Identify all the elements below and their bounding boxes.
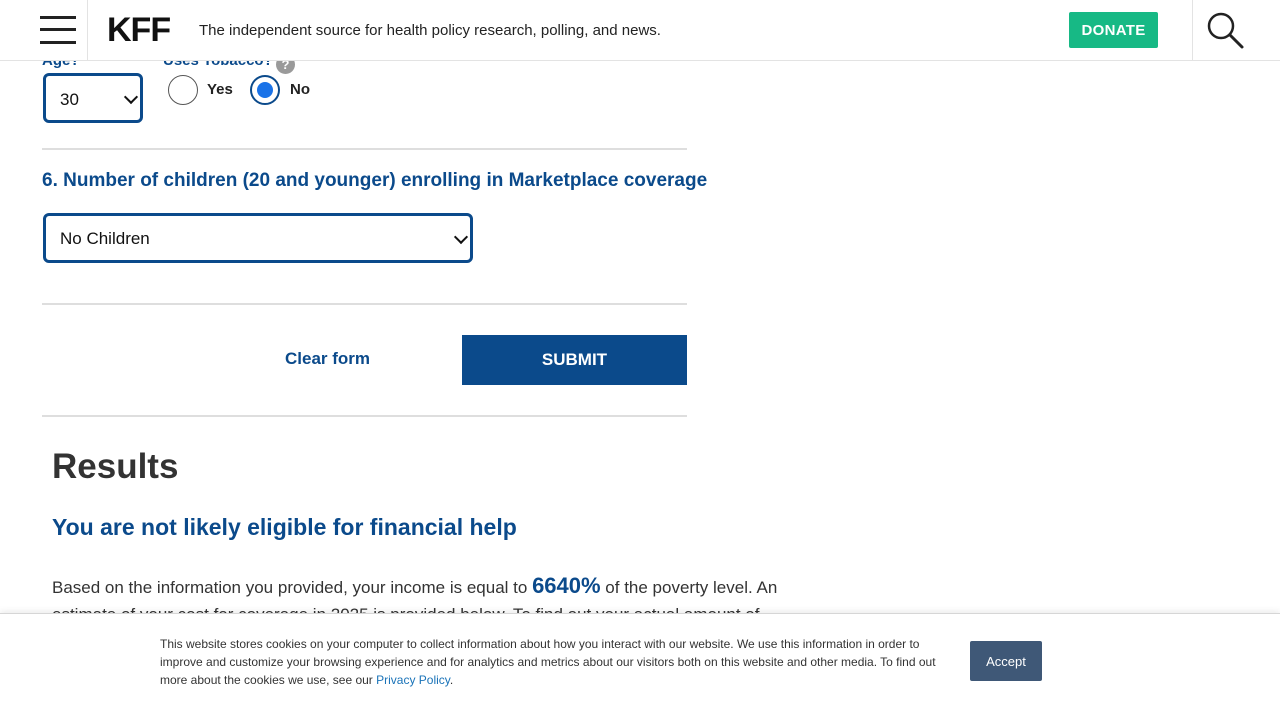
children-question-label: 6. Number of children (20 and younger) e… (42, 170, 708, 191)
results-heading: Results (52, 447, 179, 486)
privacy-policy-link[interactable]: Privacy Policy (376, 673, 450, 687)
cookie-banner: This website stores cookies on your comp… (0, 613, 1280, 721)
cookie-text-end: . (449, 673, 454, 687)
cookie-message: This website stores cookies on your comp… (160, 635, 960, 689)
accept-cookies-button[interactable]: Accept (970, 641, 1042, 681)
divider (42, 303, 687, 305)
results-text-start: Based on the information you provided, y… (52, 578, 533, 597)
clear-form-link[interactable]: Clear form (285, 349, 370, 369)
divider (42, 415, 687, 417)
age-value: 30 (60, 90, 79, 109)
chevron-down-icon (453, 229, 469, 245)
children-select[interactable]: No Children (43, 213, 473, 263)
donate-button[interactable]: DONATE (1069, 12, 1158, 48)
site-tagline: The independent source for health policy… (199, 22, 661, 39)
search-button[interactable] (1192, 0, 1280, 60)
eligibility-heading: You are not likely eligible for financia… (52, 514, 517, 540)
tobacco-yes-radio[interactable] (168, 75, 198, 105)
tobacco-no-label: No (290, 81, 310, 98)
tobacco-yes-label: Yes (207, 81, 233, 98)
chevron-down-icon (123, 89, 139, 105)
kff-logo[interactable]: KFF (107, 10, 171, 50)
age-select[interactable]: 30 (43, 73, 143, 123)
hamburger-menu-button[interactable] (0, 0, 88, 60)
cookie-text: This website stores cookies on your comp… (160, 637, 936, 687)
submit-button[interactable]: SUBMIT (462, 335, 687, 385)
children-value: No Children (60, 229, 150, 248)
tobacco-no-radio[interactable] (250, 75, 280, 105)
search-icon (1207, 12, 1244, 49)
poverty-percentage: 6640% (532, 573, 601, 598)
site-header: KFF The independent source for health po… (0, 0, 1280, 61)
divider (42, 148, 687, 150)
hamburger-icon (40, 16, 76, 44)
